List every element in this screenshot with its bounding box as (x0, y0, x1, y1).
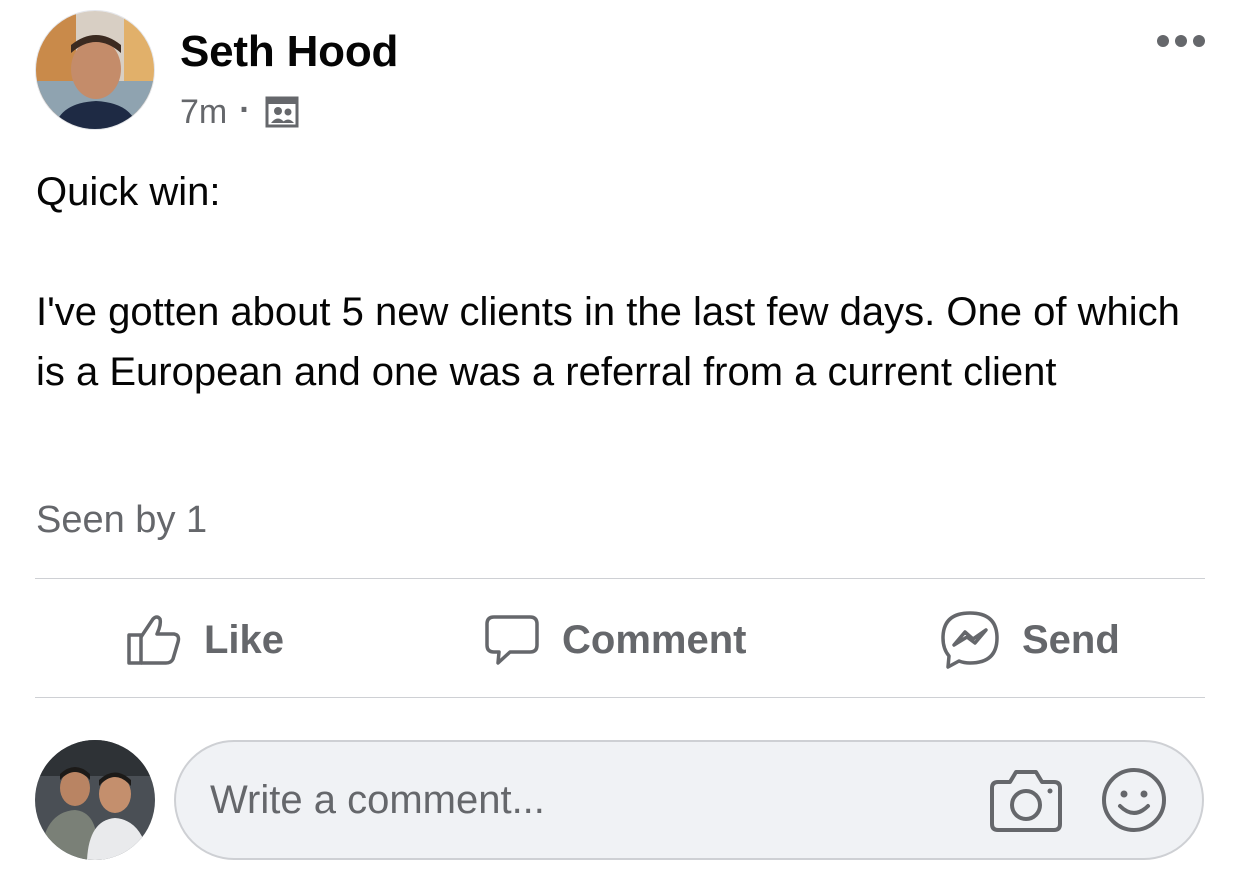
more-options-icon[interactable] (1150, 28, 1212, 54)
current-user-avatar-photo (35, 740, 155, 860)
author-name[interactable]: Seth Hood (180, 28, 398, 76)
comment-bubble-icon (484, 613, 540, 667)
post-body: Quick win: I've gotten about 5 new clien… (36, 162, 1216, 402)
comment-composer[interactable] (174, 740, 1204, 860)
comment-button[interactable]: Comment (484, 608, 746, 672)
meta-separator: · (239, 90, 251, 129)
like-label: Like (204, 617, 285, 662)
camera-icon[interactable] (990, 766, 1062, 834)
group-audience-icon[interactable] (265, 95, 299, 129)
current-user-avatar[interactable] (35, 740, 155, 860)
like-button[interactable]: Like (126, 608, 284, 672)
post-text-line: Quick win: (36, 170, 221, 214)
post-text-line: I've gotten about 5 new clients in the l… (36, 290, 1180, 394)
author-avatar-photo (36, 11, 154, 129)
messenger-icon (940, 610, 1000, 670)
thumbs-up-icon (126, 613, 182, 667)
divider (35, 697, 1205, 698)
send-label: Send (1022, 617, 1120, 662)
comment-label: Comment (562, 617, 747, 662)
post-timestamp[interactable]: 7m (180, 93, 227, 132)
divider (35, 578, 1205, 579)
emoji-smile-icon[interactable] (1100, 766, 1168, 834)
seen-by-count[interactable]: Seen by 1 (36, 497, 207, 543)
author-avatar[interactable] (35, 10, 155, 130)
send-button[interactable]: Send (940, 608, 1120, 672)
comment-input[interactable] (210, 768, 950, 832)
post-meta: 7m · (180, 90, 299, 134)
